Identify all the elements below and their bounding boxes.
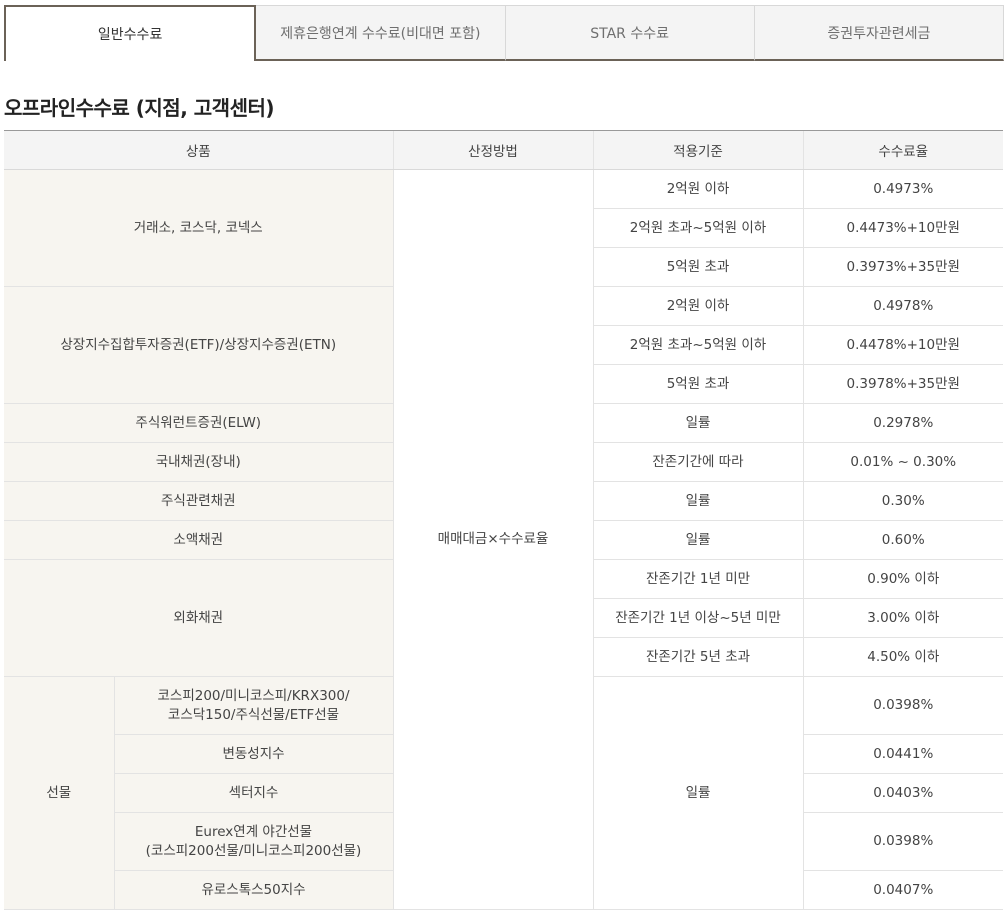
tab-partner-bank-fees[interactable]: 제휴은행연계 수수료(비대면 포함) [256, 5, 506, 61]
rate-cell: 0.0398% [802, 812, 1003, 871]
rate-cell: 4.50% 이하 [802, 637, 1003, 677]
table-header-row: 상품 산정방법 적용기준 수수료율 [4, 130, 1003, 170]
rate-cell: 0.0441% [802, 734, 1003, 774]
product-cell: 국내채권(장내) [4, 442, 394, 482]
product-cell: 거래소, 코스닥, 코넥스 [4, 169, 394, 287]
rate-cell: 3.00% 이하 [802, 598, 1003, 638]
header-basis: 적용기준 [592, 130, 803, 170]
basis-cell: 2억원 이하 [592, 169, 804, 209]
rate-cell: 0.0403% [802, 773, 1003, 813]
basis-cell: 잔존기간 1년 이상~5년 미만 [593, 598, 804, 638]
futures-product-cell: 유로스톡스50지수 [114, 870, 394, 910]
rate-cell: 0.4978% [802, 286, 1003, 326]
futures-product-cell: 코스피200/미니코스피/KRX300/ 코스닥150/주식선물/ETF선물 [113, 676, 394, 735]
rate-cell: 0.0407% [802, 870, 1003, 910]
header-method: 산정방법 [392, 130, 593, 170]
rate-cell: 0.60% [802, 520, 1003, 560]
section-title: 오프라인수수료 (지점, 고객센터) [4, 96, 275, 120]
header-rate: 수수료율 [802, 130, 1003, 170]
basis-cell: 일률 [592, 403, 804, 443]
product-cell: 주식관련채권 [4, 481, 394, 521]
product-cell: 외화채권 [4, 559, 394, 677]
basis-cell: 잔존기간 5년 초과 [593, 637, 804, 677]
basis-cell: 일률 [592, 520, 804, 560]
rate-cell: 0.2978% [802, 403, 1003, 443]
table-body: 거래소, 코스닥, 코넥스 매매대금×수수료율 2억원 이하 0.4973% 2억원 초… [4, 169, 1003, 910]
basis-cell: 잔존기간에 따라 [592, 442, 804, 482]
futures-label-cell: 선물 [4, 676, 115, 910]
basis-cell: 일률 [592, 481, 804, 521]
basis-cell: 2억원 초과~5억원 이하 [593, 325, 804, 365]
rate-cell: 0.4478%+10만원 [802, 325, 1003, 365]
basis-cell: 2억원 초과~5억원 이하 [593, 208, 804, 248]
tab-star-fees[interactable]: STAR 수수료 [505, 5, 755, 61]
product-cell: 소액채권 [4, 520, 394, 560]
product-cell: 주식워런트증권(ELW) [4, 403, 394, 443]
fee-table: 상품 산정방법 적용기준 수수료율 거래소, 코스닥, 코넥스 매매대금×수수료율… [4, 130, 1003, 910]
product-cell: 상장지수집합투자증권(ETF)/상장지수증권(ETN) [4, 286, 394, 404]
table-row: 거래소, 코스닥, 코넥스 매매대금×수수료율 2억원 이하 0.4973% [4, 169, 1003, 910]
tab-bar: 일반수수료 제휴은행연계 수수료(비대면 포함) STAR 수수료 증권투자관련… [4, 5, 1004, 61]
rate-cell: 0.4473%+10만원 [802, 208, 1003, 248]
basis-cell: 잔존기간 1년 미만 [592, 559, 804, 599]
rate-cell: 0.3973%+35만원 [802, 247, 1003, 287]
tab-securities-tax[interactable]: 증권투자관련세금 [754, 5, 1004, 61]
rate-cell: 0.01% ~ 0.30% [802, 442, 1003, 482]
rate-cell: 0.3978%+35만원 [802, 364, 1003, 404]
rate-cell: 0.4973% [802, 169, 1003, 209]
tab-general-fees[interactable]: 일반수수료 [4, 5, 257, 61]
futures-product-cell: Eurex연계 야간선물 (코스피200선물/미니코스피200선물) [114, 812, 394, 871]
basis-cell: 2억원 이하 [592, 286, 804, 326]
header-product: 상품 [4, 130, 393, 170]
rate-cell: 0.30% [802, 481, 1003, 521]
basis-cell: 5억원 초과 [593, 364, 804, 404]
basis-cell: 5억원 초과 [593, 247, 804, 287]
method-cell: 매매대금×수수료율 [392, 169, 594, 910]
futures-product-cell: 섹터지수 [114, 773, 394, 813]
rate-cell: 0.0398% [802, 676, 1003, 735]
futures-basis-cell: 일률 [592, 676, 804, 910]
rate-cell: 0.90% 이하 [802, 559, 1003, 599]
futures-product-cell: 변동성지수 [114, 734, 394, 774]
